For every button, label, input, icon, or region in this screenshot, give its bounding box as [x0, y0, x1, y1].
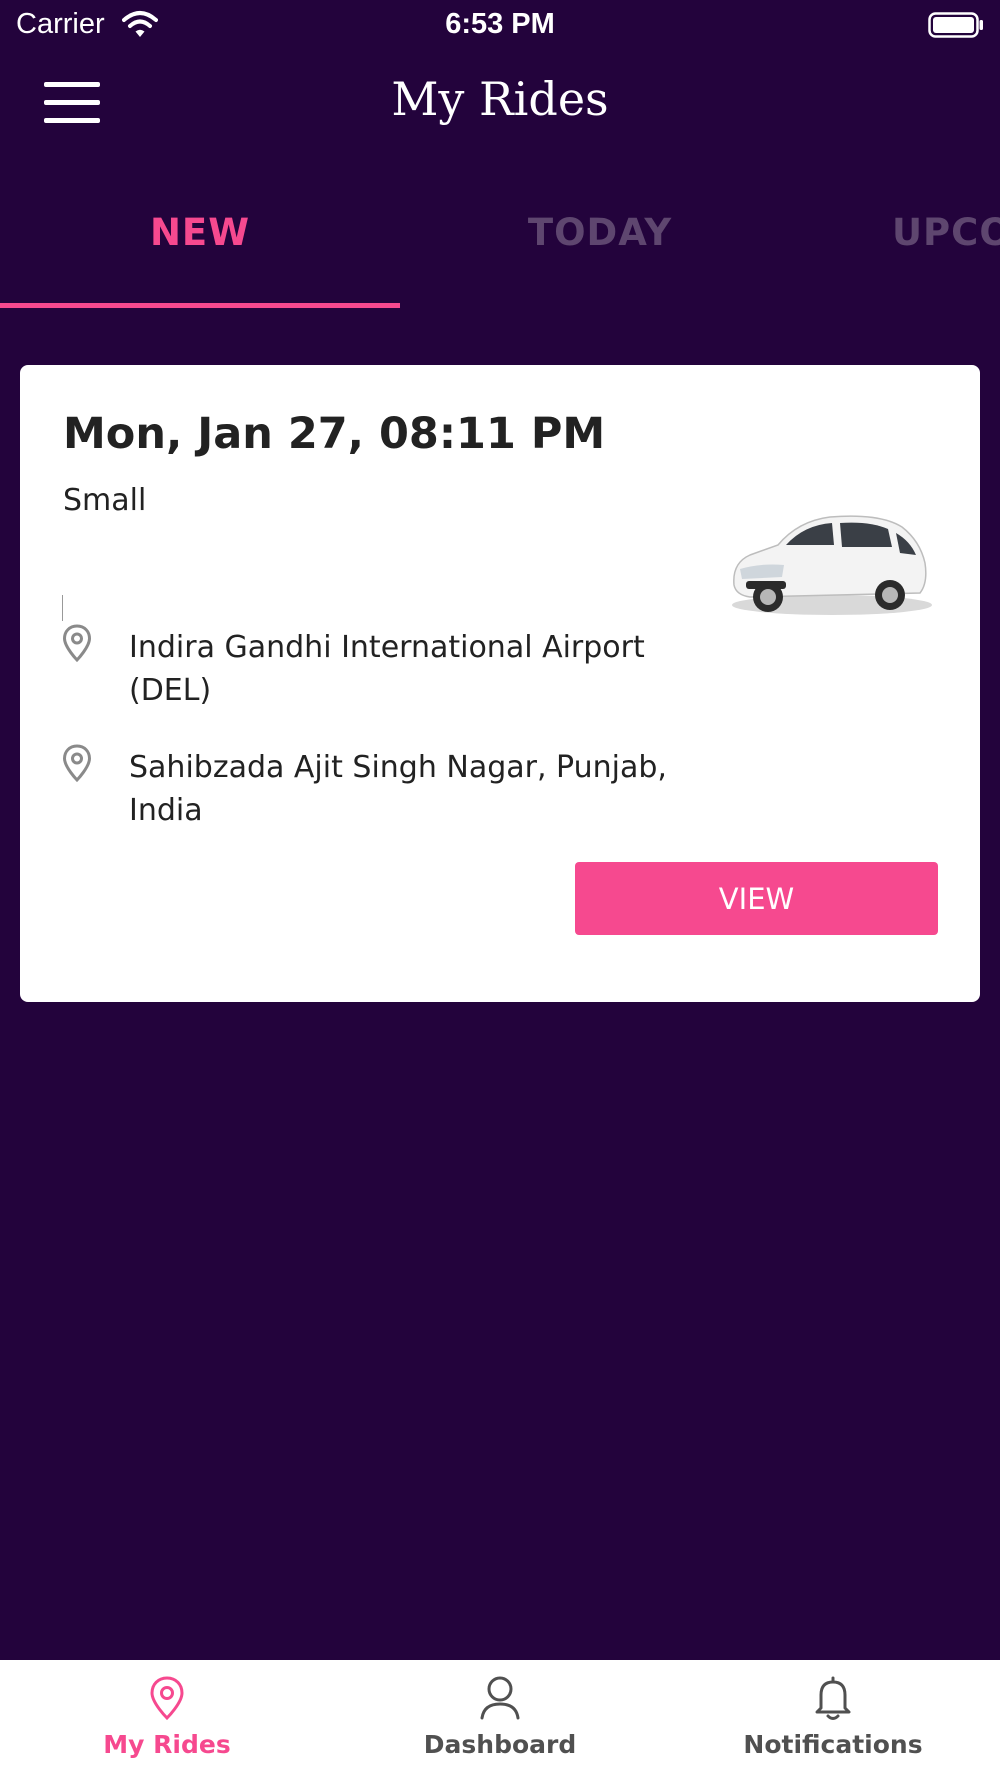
- view-button[interactable]: VIEW: [575, 862, 938, 935]
- tab-today[interactable]: TODAY: [400, 156, 800, 308]
- vehicle-class: Small: [63, 483, 147, 518]
- ride-datetime: Mon, Jan 27, 08:11 PM: [63, 409, 606, 459]
- battery-icon: [928, 12, 983, 38]
- pickup-address: Indira Gandhi International Airport (DEL…: [129, 630, 645, 708]
- map-pin-icon: [62, 744, 92, 783]
- bottom-tab-label: Notifications: [743, 1730, 923, 1759]
- route-line: [62, 595, 63, 621]
- tab-upcoming[interactable]: UPCO: [800, 156, 1000, 308]
- bottom-tab-dashboard[interactable]: Dashboard: [333, 1660, 667, 1778]
- car-image: [732, 515, 932, 615]
- page-title: My Rides: [391, 72, 609, 126]
- bottom-tab-bar: My Rides Dashboard Notifications: [0, 1660, 1000, 1778]
- map-pin-icon: [150, 1676, 184, 1721]
- bottom-tab-notifications[interactable]: Notifications: [666, 1660, 1000, 1778]
- bottom-tab-label: My Rides: [103, 1730, 231, 1759]
- dropoff-address: Sahibzada Ajit Singh Nagar, Punjab, Indi…: [129, 750, 667, 828]
- tab-indicator: [0, 303, 400, 308]
- status-time: 6:53 PM: [445, 8, 555, 40]
- navigation-bar: My Rides: [0, 52, 1000, 156]
- app-screen: Carrier 6:53 PM My Rides NEW TODAY UPCO …: [0, 0, 1000, 1778]
- tab-new[interactable]: NEW: [0, 156, 400, 308]
- status-bar: Carrier 6:53 PM: [0, 0, 1000, 52]
- ride-card[interactable]: Mon, Jan 27, 08:11 PM Small Indira Gandh…: [20, 365, 980, 1002]
- ride-tabs: NEW TODAY UPCO: [0, 156, 1000, 308]
- bell-icon: [815, 1676, 851, 1720]
- user-icon: [480, 1676, 520, 1720]
- bottom-tab-my-rides[interactable]: My Rides: [0, 1660, 334, 1778]
- bottom-tab-label: Dashboard: [423, 1730, 577, 1759]
- map-pin-icon: [62, 624, 92, 663]
